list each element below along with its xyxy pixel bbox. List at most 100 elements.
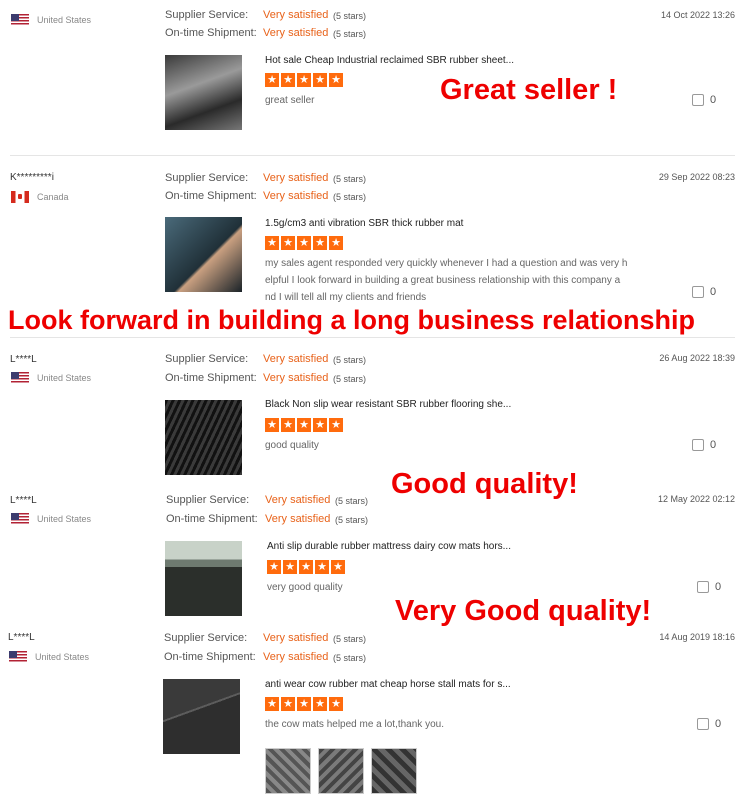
ontime-shipment-stars: (5 stars) [333, 29, 367, 39]
supplier-service-value: Very satisfied [263, 632, 329, 644]
star-icon: ★ [313, 236, 327, 250]
star-icon: ★ [283, 560, 297, 574]
reviewer-country: Canada [11, 191, 69, 203]
star-icon: ★ [331, 560, 345, 574]
supplier-service-value: Very satisfied [263, 172, 329, 184]
supplier-service-label: Supplier Service: [165, 353, 249, 365]
like-button[interactable]: 0 [692, 94, 716, 106]
ontime-shipment-label: On-time Shipment: [165, 27, 257, 39]
review-date: 12 May 2022 02:12 [657, 494, 735, 504]
star-rating: ★ ★ ★ ★ ★ [265, 73, 343, 87]
ontime-shipment-stars: (5 stars) [335, 515, 369, 525]
ontime-shipment-label: On-time Shipment: [164, 651, 256, 663]
thumbs-up-icon [697, 718, 709, 730]
star-icon: ★ [265, 73, 279, 87]
review-comment: good quality [265, 440, 319, 451]
product-thumbnail[interactable] [165, 400, 242, 475]
star-icon: ★ [265, 697, 279, 711]
ontime-shipment-value: Very satisfied [265, 513, 331, 525]
star-icon: ★ [297, 236, 311, 250]
supplier-service-stars: (5 stars) [333, 634, 367, 644]
star-icon: ★ [329, 697, 343, 711]
star-icon: ★ [313, 697, 327, 711]
product-title[interactable]: Black Non slip wear resistant SBR rubber… [265, 399, 511, 410]
reviewer-name: L****L [8, 632, 35, 643]
star-icon: ★ [265, 418, 279, 432]
star-icon: ★ [297, 418, 311, 432]
ontime-shipment-stars: (5 stars) [333, 192, 367, 202]
review-comment: the cow mats helped me a lot,thank you. [265, 719, 444, 730]
us-flag-icon [11, 513, 29, 525]
product-thumbnail[interactable] [163, 679, 240, 754]
review-date: 14 Aug 2019 18:16 [659, 632, 735, 642]
overlay-very-good-quality: Very Good quality! [395, 595, 652, 627]
product-title[interactable]: anti wear cow rubber mat cheap horse sta… [265, 679, 511, 690]
supplier-service-stars: (5 stars) [333, 11, 367, 21]
reviewer-country: United States [11, 14, 91, 26]
us-flag-icon [11, 14, 29, 26]
ontime-shipment-label: On-time Shipment: [165, 190, 257, 202]
overlay-long-relationship: Look forward in building a long business… [8, 305, 696, 335]
star-icon: ★ [267, 560, 281, 574]
product-title[interactable]: 1.5g/cm3 anti vibration SBR thick rubber… [265, 218, 463, 229]
divider [10, 155, 735, 156]
reviewer-name: L****L [10, 354, 37, 365]
product-title[interactable]: Hot sale Cheap Industrial reclaimed SBR … [265, 55, 514, 66]
ontime-shipment-stars: (5 stars) [333, 374, 367, 384]
thumbs-up-icon [692, 439, 704, 451]
product-thumbnail[interactable] [165, 55, 242, 130]
product-thumbnail[interactable] [165, 541, 242, 616]
star-rating: ★ ★ ★ ★ ★ [265, 697, 343, 711]
reviewer-country: United States [11, 372, 91, 384]
ontime-shipment-value: Very satisfied [263, 27, 329, 39]
star-icon: ★ [265, 236, 279, 250]
star-icon: ★ [299, 560, 313, 574]
star-icon: ★ [297, 73, 311, 87]
supplier-service-value: Very satisfied [263, 9, 329, 21]
supplier-service-value: Very satisfied [263, 353, 329, 365]
like-button[interactable]: 0 [692, 439, 716, 451]
reviewer-name: K*********i [10, 172, 54, 183]
thumbs-up-icon [697, 581, 709, 593]
star-icon: ★ [281, 73, 295, 87]
review-date: 29 Sep 2022 08:23 [658, 172, 735, 182]
review-photo[interactable] [371, 748, 417, 794]
review-comment: my sales agent responded very quickly wh… [265, 258, 628, 303]
star-icon: ★ [313, 418, 327, 432]
review-photo[interactable] [318, 748, 364, 794]
thumbs-up-icon [692, 94, 704, 106]
star-icon: ★ [329, 418, 343, 432]
like-button[interactable]: 0 [697, 581, 721, 593]
reviewer-country: United States [9, 651, 89, 663]
product-thumbnail[interactable] [165, 217, 242, 292]
star-rating: ★ ★ ★ ★ ★ [265, 236, 343, 250]
divider [10, 337, 735, 338]
supplier-service-label: Supplier Service: [165, 172, 249, 184]
ontime-shipment-value: Very satisfied [263, 372, 329, 384]
star-icon: ★ [313, 73, 327, 87]
review-comment: very good quality [267, 582, 343, 593]
ontime-shipment-value: Very satisfied [263, 651, 329, 663]
supplier-service-stars: (5 stars) [333, 355, 367, 365]
review-photo[interactable] [265, 748, 311, 794]
star-icon: ★ [297, 697, 311, 711]
like-button[interactable]: 0 [692, 286, 716, 298]
star-rating: ★ ★ ★ ★ ★ [267, 560, 345, 574]
ontime-shipment-stars: (5 stars) [333, 653, 367, 663]
review-comment: great seller [265, 95, 315, 106]
supplier-service-label: Supplier Service: [166, 494, 250, 506]
reviewer-name: L****L [10, 495, 37, 506]
supplier-service-label: Supplier Service: [164, 632, 248, 644]
supplier-service-value: Very satisfied [265, 494, 331, 506]
thumbs-up-icon [692, 286, 704, 298]
star-icon: ★ [281, 418, 295, 432]
supplier-service-stars: (5 stars) [333, 174, 367, 184]
like-button[interactable]: 0 [697, 718, 721, 730]
product-title[interactable]: Anti slip durable rubber mattress dairy … [267, 541, 511, 552]
review-date: 14 Oct 2022 13:26 [660, 10, 735, 20]
star-icon: ★ [281, 236, 295, 250]
ontime-shipment-label: On-time Shipment: [165, 372, 257, 384]
ontime-shipment-value: Very satisfied [263, 190, 329, 202]
star-rating: ★ ★ ★ ★ ★ [265, 418, 343, 432]
star-icon: ★ [329, 236, 343, 250]
